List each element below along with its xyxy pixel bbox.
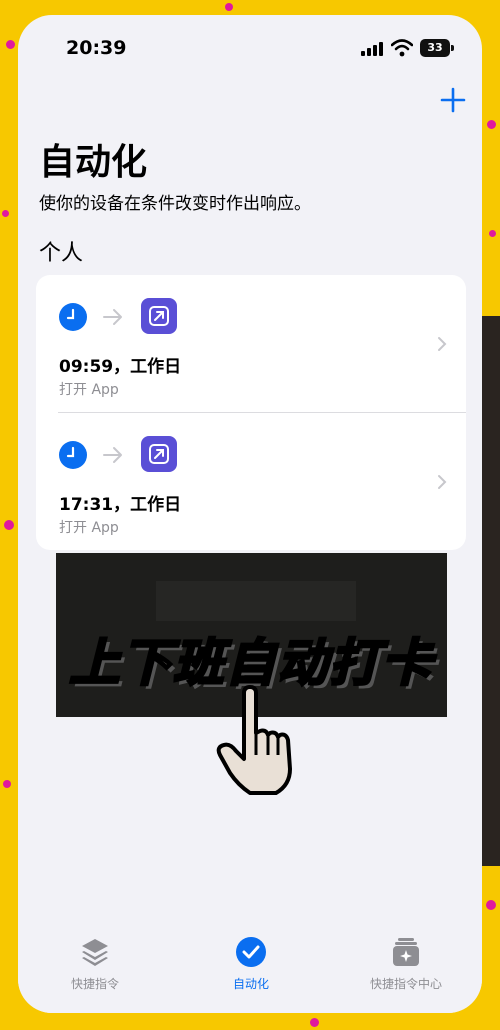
automation-title: 09:59，工作日: [59, 357, 182, 377]
tab-label: 快捷指令中心: [369, 977, 442, 991]
decoration-dot: [310, 1018, 319, 1027]
automation-list: 09:59，工作日 打开 App 17:31，工作日 打开 App: [36, 275, 466, 550]
decoration-dot: [4, 520, 14, 530]
decoration-dot: [486, 900, 496, 910]
page-title: 自动化: [39, 142, 148, 183]
decoration-dot: [3, 780, 11, 788]
open-app-icon: [141, 436, 177, 472]
arrow-right-icon: [103, 309, 122, 325]
status-bar: 20:39 33: [18, 15, 482, 75]
tab-label: 自动化: [232, 977, 269, 991]
cellular-signal-icon: [361, 42, 383, 56]
section-header: 个人: [39, 241, 84, 266]
phone-screen: 20:39 33 自动化 使你的设备在条件改变时作出响应。 个人 09:59，工…: [18, 15, 482, 1013]
wifi-icon: [391, 39, 413, 57]
decoration-dot: [6, 40, 15, 49]
automation-row[interactable]: 09:59，工作日 打开 App: [36, 275, 466, 412]
page-subtitle: 使你的设备在条件改变时作出响应。: [39, 194, 311, 214]
tab-bar: 快捷指令 自动化 快捷指令中心: [18, 920, 482, 1013]
tab-label: 快捷指令: [70, 977, 119, 991]
tab-automation[interactable]: 自动化: [181, 935, 321, 992]
layers-icon: [82, 939, 108, 966]
tab-gallery[interactable]: 快捷指令中心: [336, 935, 476, 992]
chevron-right-icon: [438, 337, 447, 351]
decoration-dot: [225, 3, 233, 11]
banner-shade: [156, 581, 356, 621]
arrow-right-icon: [103, 447, 122, 463]
automation-subtitle: 打开 App: [59, 382, 119, 398]
plus-icon[interactable]: [438, 85, 468, 115]
battery-indicator: 33: [420, 39, 450, 57]
decoration-dot: [489, 230, 496, 237]
pointing-hand-icon: [216, 685, 292, 795]
open-app-icon: [141, 298, 177, 334]
decoration-dot: [487, 120, 496, 129]
automation-subtitle: 打开 App: [59, 520, 119, 536]
background-photo-edge: [482, 316, 500, 866]
clock-icon: [59, 303, 87, 331]
tab-shortcuts[interactable]: 快捷指令: [25, 935, 165, 992]
automation-title: 17:31，工作日: [59, 495, 182, 515]
clock-icon: [59, 441, 87, 469]
chevron-right-icon: [438, 475, 447, 489]
check-circle-icon: [236, 937, 266, 967]
battery-tip: [451, 45, 454, 51]
gallery-icon: [393, 938, 419, 966]
automation-row[interactable]: 17:31，工作日 打开 App: [36, 413, 466, 550]
status-time: 20:39: [66, 37, 127, 59]
decoration-dot: [2, 210, 9, 217]
